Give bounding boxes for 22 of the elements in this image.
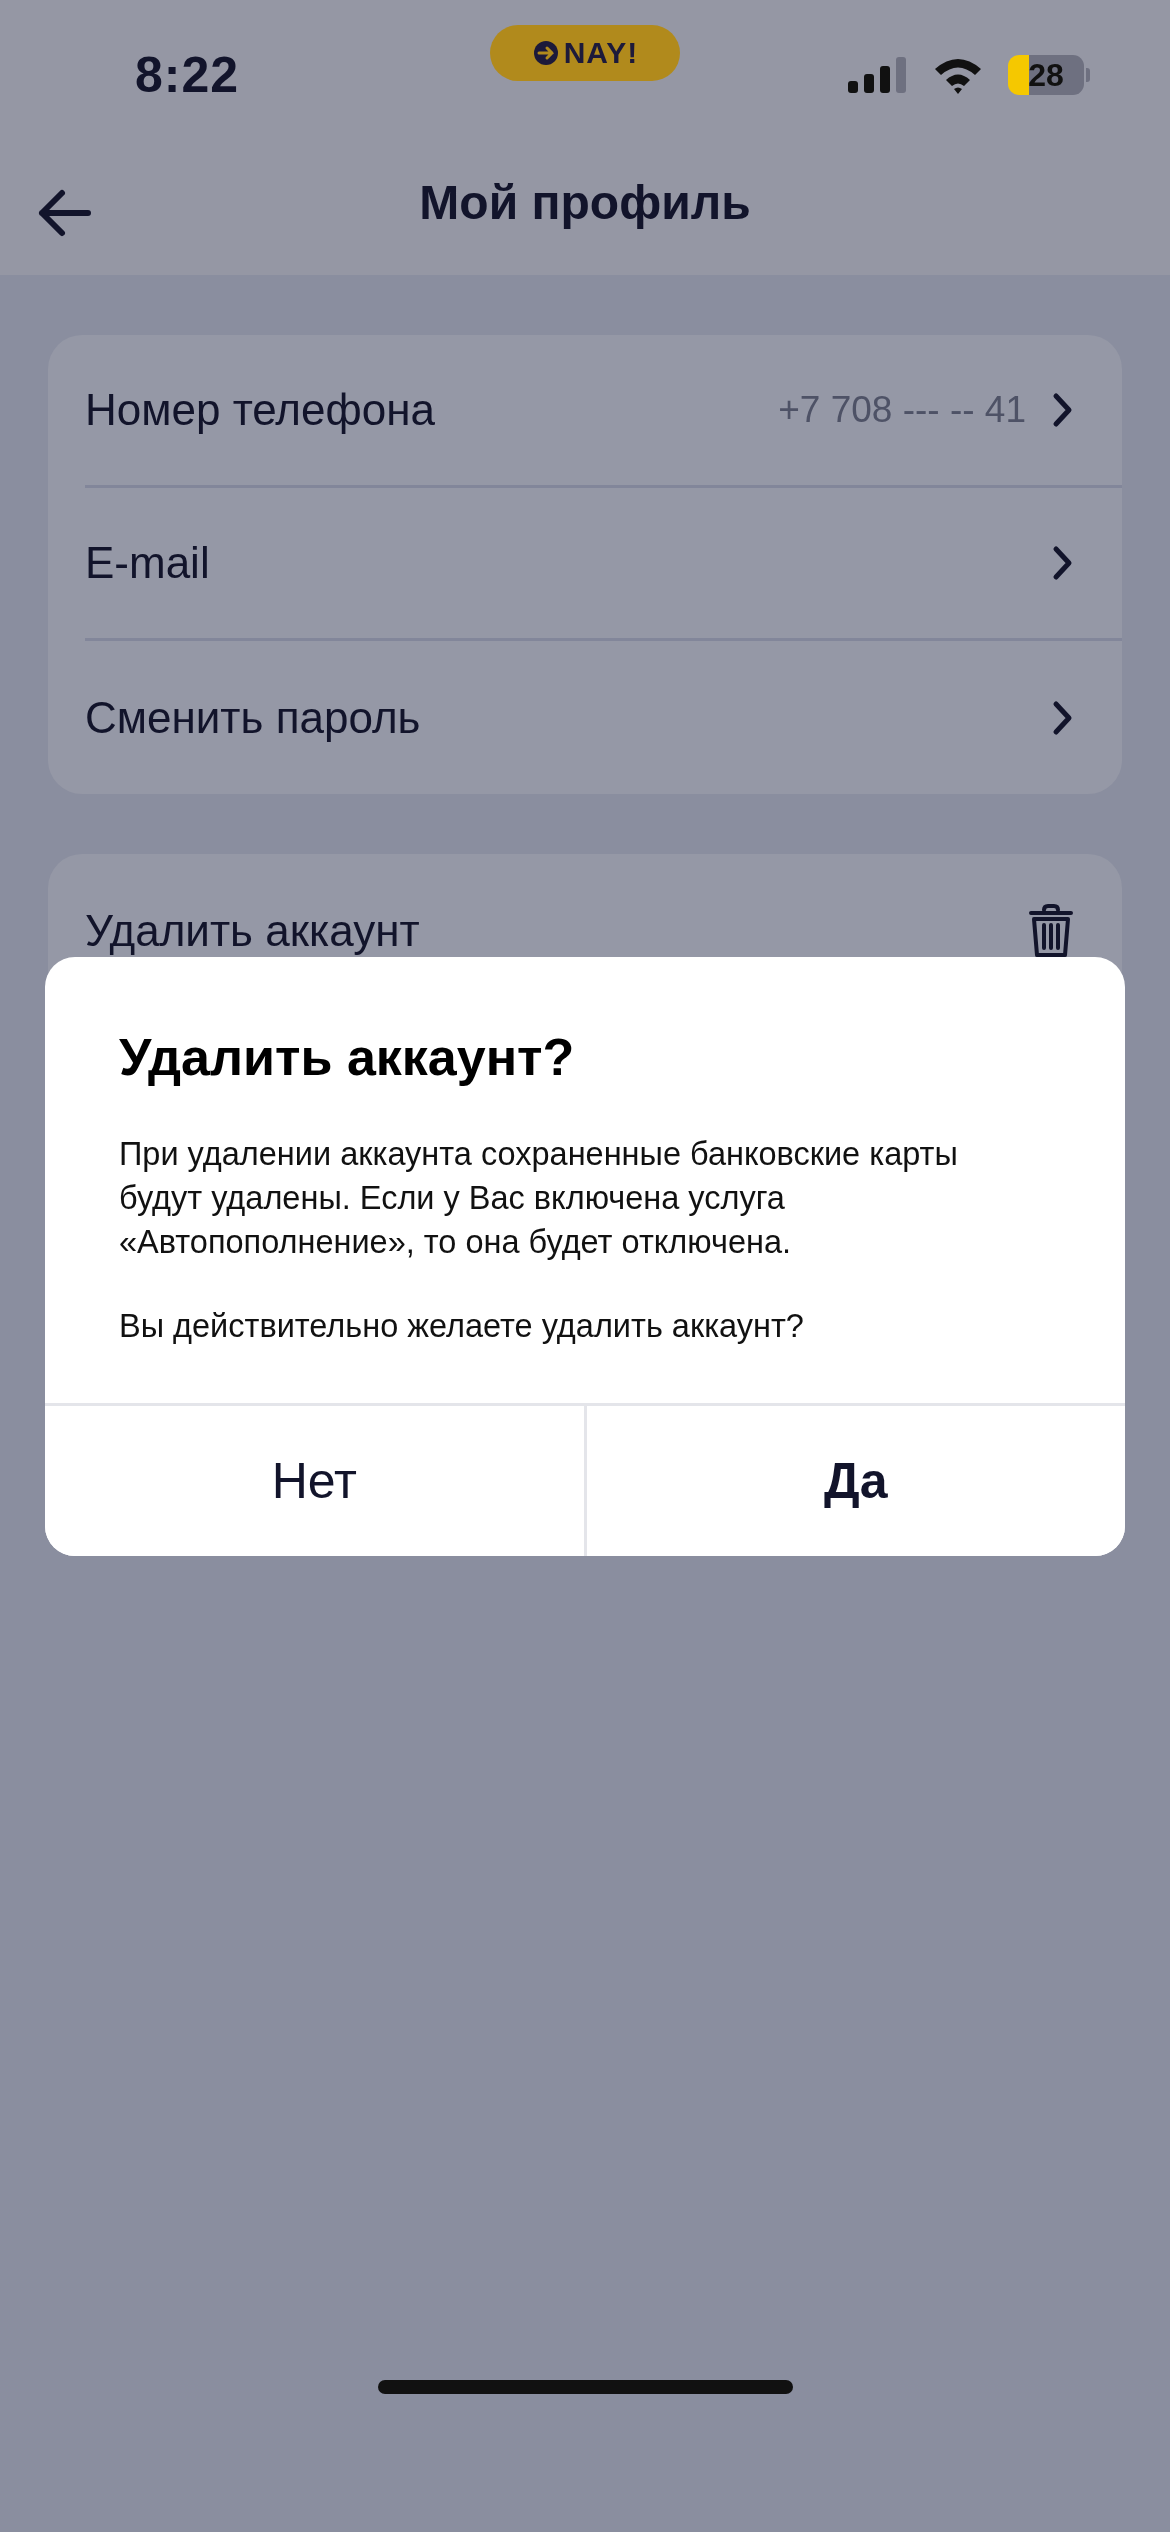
row-label: Номер телефона <box>85 385 436 435</box>
settings-row[interactable]: Номер телефона +7 708 --- -- 41 <box>85 335 1122 488</box>
row-label: Удалить аккаунт <box>85 905 421 956</box>
delete-account-row[interactable]: Удалить аккаунт <box>85 854 1122 1007</box>
app-badge: NAY! <box>490 25 680 81</box>
status-time: 8:22 <box>135 46 241 104</box>
row-label: E-mail <box>85 538 211 588</box>
dialog-message: Вы действительно желаете удалить аккаунт? <box>119 1307 805 1346</box>
page-title: Мой профиль <box>419 175 751 230</box>
row-value: +7 708 --- -- 41 <box>778 389 1026 431</box>
dialog-message: При удалении аккаунта сохраненные банковские карты будут удалены. Если у Вас включена услуга «Автопополнение», то она будет отключена. <box>119 1135 959 1262</box>
arrow-circle-icon <box>531 39 560 67</box>
chevron-right-icon <box>1052 699 1074 736</box>
confirm-button[interactable]: Да <box>583 1406 1125 1556</box>
trash-icon <box>1028 903 1074 958</box>
settings-row[interactable]: Сменить пароль <box>85 641 1122 794</box>
row-label: Сменить пароль <box>85 692 422 743</box>
chevron-right-icon <box>1052 545 1074 581</box>
signal-icon <box>848 57 908 93</box>
chevron-right-icon <box>1052 392 1074 428</box>
settings-row[interactable]: E-mail <box>85 488 1122 641</box>
dialog-title: Удалить аккаунт? <box>119 1027 576 1087</box>
